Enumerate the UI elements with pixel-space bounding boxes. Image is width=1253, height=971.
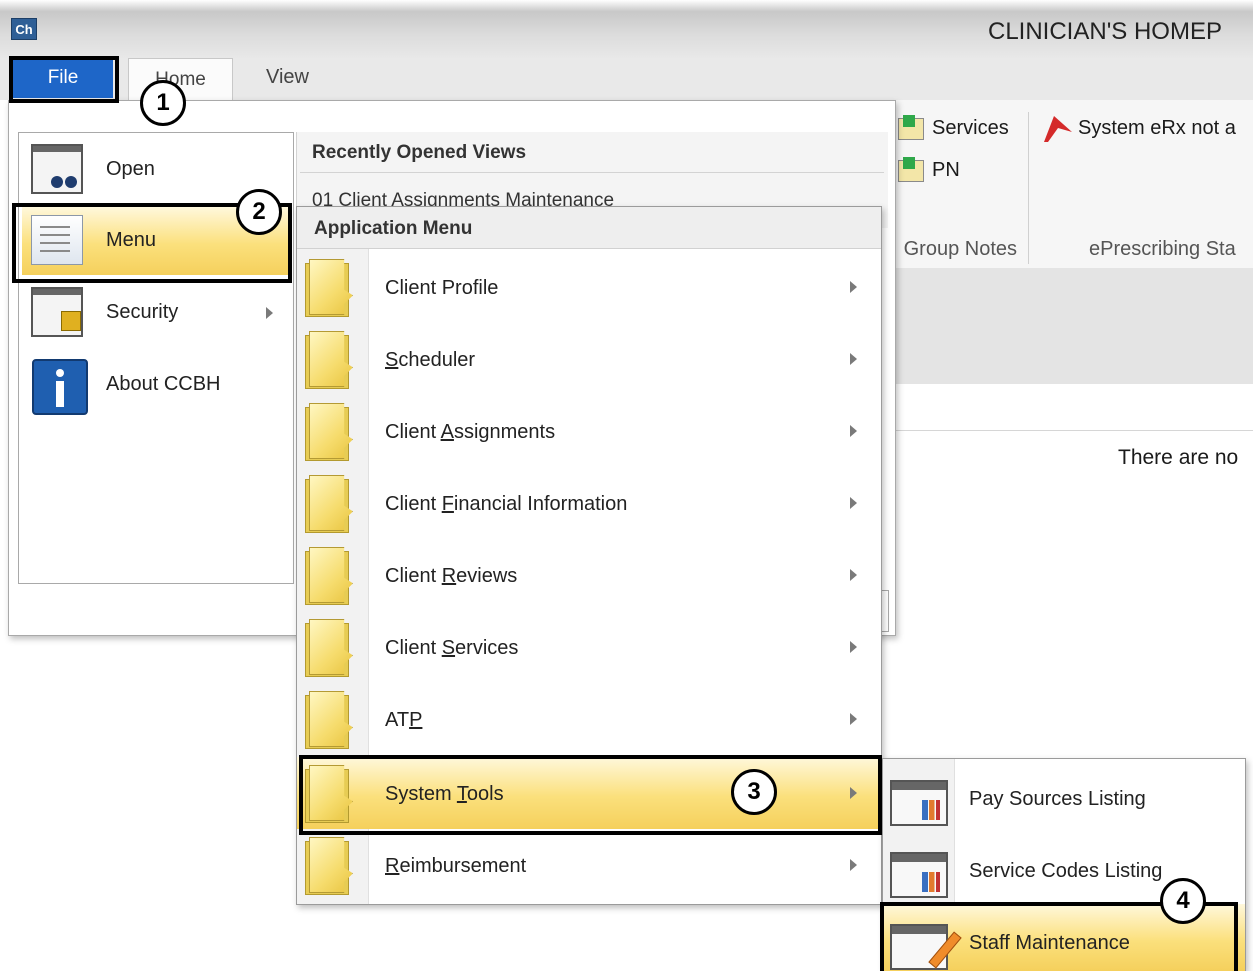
folder-icon [305, 403, 355, 461]
highlight-file-tab [9, 56, 119, 103]
erx-flag-icon [1040, 114, 1074, 144]
submenu-item-pay-sources[interactable]: Pay Sources Listing [883, 760, 1245, 832]
folder-icon [305, 259, 355, 317]
folder-icon [305, 547, 355, 605]
callout-3: 3 [731, 769, 777, 815]
eprescribing-group-label: ePrescribing Sta [1089, 238, 1236, 260]
recent-views-title: Recently Opened Views [312, 142, 527, 163]
about-label: About CCBH [106, 373, 221, 395]
folder-icon [305, 475, 355, 533]
menu-item-label: Client Reviews [385, 565, 518, 587]
open-label: Open [106, 158, 155, 180]
chevron-right-icon [850, 713, 857, 725]
services-button[interactable]: Services [932, 117, 1009, 140]
menu-item-label: Client Profile [385, 277, 499, 299]
menu-item-label: Client Assignments [385, 421, 556, 443]
submenu-item-label: Pay Sources Listing [969, 788, 1146, 810]
report-chart-icon [890, 780, 948, 826]
menu-item-client-financial[interactable]: Client Financial Information [297, 467, 881, 539]
folder-icon [305, 691, 355, 749]
chevron-right-icon [850, 281, 857, 293]
folder-icon [305, 619, 355, 677]
menu-item-reimbursement[interactable]: Reimbursement [297, 829, 881, 901]
panel-edge [882, 590, 889, 632]
recent-view-item[interactable]: 01 Client Assignments Maintenance [312, 190, 614, 206]
info-icon [32, 359, 88, 415]
menu-item-scheduler[interactable]: Scheduler [297, 323, 881, 395]
callout-4: 4 [1160, 878, 1206, 924]
folder-icon [305, 331, 355, 389]
ribbon-separator [1028, 112, 1029, 264]
chevron-right-icon [850, 641, 857, 653]
group-notes-label: Group Notes [903, 238, 1017, 260]
file-menu-about[interactable]: About CCBH [22, 351, 290, 419]
menu-item-client-reviews[interactable]: Client Reviews [297, 539, 881, 611]
highlight-system-tools [299, 755, 882, 835]
menu-item-atp[interactable]: ATP [297, 683, 881, 755]
chevron-right-icon [850, 353, 857, 365]
menu-item-label: Reimbursement [385, 855, 527, 877]
menu-item-label: Client Financial Information [385, 493, 628, 515]
recent-views-divider [300, 172, 884, 173]
empty-message: There are no [1118, 446, 1239, 469]
security-label: Security [106, 301, 179, 323]
callout-1: 1 [140, 80, 186, 126]
menu-item-label: Client Services [385, 637, 519, 659]
chevron-right-icon [850, 425, 857, 437]
menu-item-label: ATP [385, 709, 423, 731]
app-logo-icon[interactable]: Ch [11, 18, 37, 40]
erx-status-text: System eRx not a [1078, 117, 1236, 139]
chevron-right-icon [266, 307, 273, 319]
tab-view[interactable]: View [266, 66, 309, 89]
pn-button[interactable]: PN [932, 159, 960, 182]
content-header-band [880, 268, 1253, 384]
menu-item-client-assignments[interactable]: Client Assignments [297, 395, 881, 467]
menu-item-label: Scheduler [385, 349, 476, 371]
menu-item-client-profile[interactable]: Client Profile [297, 251, 881, 323]
application-menu-title: Application Menu [314, 218, 473, 239]
file-menu-security[interactable]: Security [22, 279, 290, 347]
security-lock-icon [31, 287, 83, 337]
chevron-right-icon [850, 859, 857, 871]
content-divider [880, 430, 1253, 431]
window-title: CLINICIAN'S HOMEP [988, 18, 1222, 45]
chevron-right-icon [850, 497, 857, 509]
folder-icon [305, 837, 355, 895]
callout-2: 2 [236, 189, 282, 235]
binoculars-icon [31, 144, 83, 194]
report-chart-icon [890, 852, 948, 898]
menu-item-client-services[interactable]: Client Services [297, 611, 881, 683]
services-add-icon [898, 115, 924, 140]
chevron-right-icon [850, 569, 857, 581]
submenu-item-label: Service Codes Listing [969, 860, 1163, 882]
pn-add-icon [898, 157, 924, 182]
